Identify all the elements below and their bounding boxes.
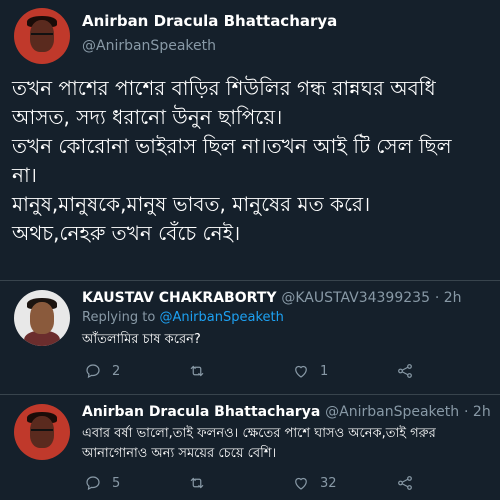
reply-author-line: Anirban Dracula Bhattacharya @AnirbanSpe…: [82, 404, 491, 420]
avatar-glasses: [30, 32, 54, 39]
reply-avatar[interactable]: [14, 290, 70, 346]
like-button[interactable]: 1: [292, 362, 396, 380]
tweet-text: তখন পাশের পাশের বাড়ির শিউলির গন্ধ রান্ন…: [12, 74, 492, 248]
reply-author-handle[interactable]: @KAUSTAV34399235: [281, 290, 430, 306]
reply-button[interactable]: 5: [84, 474, 188, 492]
reply-actions: 2 1: [84, 362, 436, 380]
reply-avatar[interactable]: [14, 404, 70, 460]
like-button[interactable]: 32: [292, 474, 396, 492]
tweet-line: না।: [12, 163, 37, 187]
reply-count: 5: [112, 475, 121, 491]
replying-to: Replying to @AnirbanSpeaketh: [82, 310, 284, 325]
like-count: 1: [320, 363, 329, 379]
heart-icon: [295, 365, 307, 378]
avatar-glasses: [30, 428, 54, 435]
avatar-face: [29, 302, 55, 334]
tweet-line: অথচ,নেহরু তখন বেঁচে নেই।: [12, 221, 241, 245]
reply-time[interactable]: · 2h: [435, 290, 462, 306]
reply-author-handle[interactable]: @AnirbanSpeaketh: [325, 404, 459, 420]
author-name[interactable]: Anirban Dracula Bhattacharya: [82, 12, 337, 30]
retweet-icon: [190, 477, 204, 489]
reply-icon: [86, 476, 100, 491]
share-button[interactable]: [396, 362, 436, 380]
share-button[interactable]: [396, 474, 436, 492]
heart-icon: [295, 477, 307, 490]
retweet-button[interactable]: [188, 362, 292, 380]
divider: [0, 280, 500, 281]
reply-actions: 5 32: [84, 474, 436, 492]
share-icon: [398, 476, 412, 490]
share-icon: [398, 364, 412, 378]
reply-icon: [86, 364, 100, 379]
reply-author-name[interactable]: KAUSTAV CHAKRABORTY: [82, 290, 276, 306]
divider: [0, 394, 500, 395]
retweet-icon: [190, 365, 204, 377]
replying-to-label: Replying to: [82, 310, 160, 325]
tweet-line: আসত, সদ্য ধরানো উনুন ছাপিয়ে।: [12, 105, 283, 129]
reply-count: 2: [112, 363, 121, 379]
reply-time[interactable]: · 2h: [464, 404, 491, 420]
author-avatar[interactable]: [14, 8, 70, 64]
author-handle[interactable]: @AnirbanSpeaketh: [82, 38, 216, 54]
tweet-line: মানুষ,মানুষকে,মানুষ ভাবত, মানুষের মত করে…: [12, 192, 371, 216]
reply-text: আঁতলামির চাষ করেন?: [82, 332, 201, 347]
reply-author-name[interactable]: Anirban Dracula Bhattacharya: [82, 404, 320, 420]
retweet-button[interactable]: [188, 474, 292, 492]
reply-text: এবার বর্ষা ভালো,তাই ফলনও। ক্ষেতের পাশে ঘ…: [82, 426, 436, 461]
tweet-line: তখন কোরোনা ভাইরাস ছিল না।তখন আই টি সেল ছ…: [12, 134, 452, 158]
reply-button[interactable]: 2: [84, 362, 188, 380]
reply-author-line: KAUSTAV CHAKRABORTY @KAUSTAV34399235 · 2…: [82, 290, 462, 306]
tweet-line: তখন পাশের পাশের বাড়ির শিউলির গন্ধ রান্ন…: [12, 76, 436, 100]
like-count: 32: [320, 475, 337, 491]
replying-to-handle[interactable]: @AnirbanSpeaketh: [159, 310, 283, 325]
